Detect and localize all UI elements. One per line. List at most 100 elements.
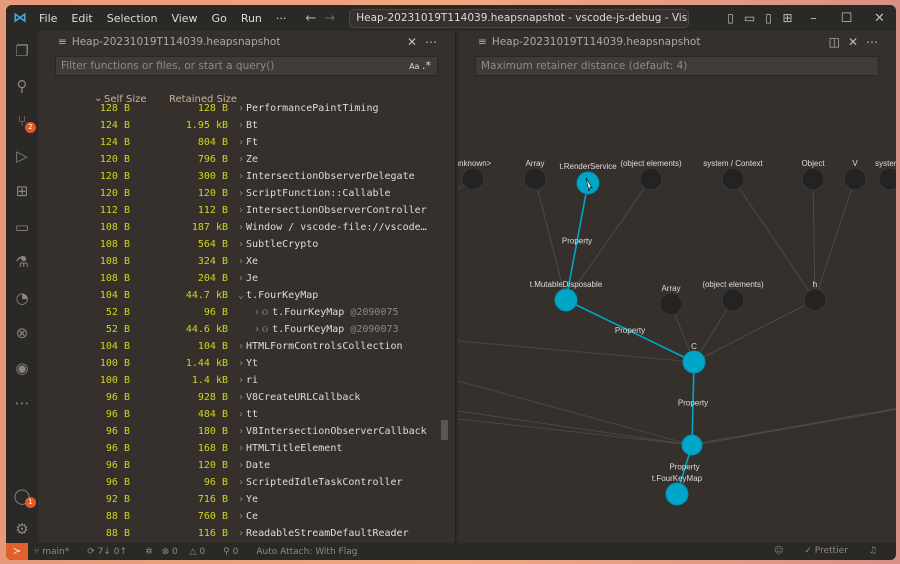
match-case-toggle[interactable]: Aa [409,62,419,71]
auto-attach[interactable]: Auto Attach: With Flag [256,547,357,557]
table-row[interactable]: 88 B 116 B › ReadableStreamDefaultReader [38,525,438,542]
close-window-button[interactable]: ✕ [863,11,896,26]
nav-back-forward[interactable]: ←→ [305,11,343,26]
expand-chevron-icon[interactable]: › [254,307,260,318]
graph-node[interactable] [461,167,485,191]
expand-chevron-icon[interactable]: › [238,188,244,199]
table-row[interactable]: 96 B 928 B › V8CreateURLCallback [38,389,438,406]
expand-chevron-icon[interactable]: › [238,154,244,165]
accounts-icon[interactable]: ◯ 1 [12,486,36,508]
table-row[interactable]: 108 B 324 B › Xe [38,253,438,270]
graph-node[interactable] [843,167,867,191]
graph-node[interactable] [801,167,825,191]
graph-node[interactable] [665,482,689,506]
graph-node[interactable] [523,167,547,191]
editor-tab[interactable]: ≡ Heap-20231019T114039.heapsnapshot ✕⋯ [38,31,455,53]
more-actions-icon[interactable]: ⋯ [425,35,445,49]
explorer-icon[interactable]: ❐ [12,41,32,61]
graph-node[interactable] [639,167,663,191]
expand-chevron-icon[interactable]: › [238,392,244,403]
table-row[interactable]: 96 B 168 B › HTMLTitleElement [38,440,438,457]
remote-explorer-icon[interactable]: ▭ [12,217,32,237]
more-icon[interactable]: ⋯ [12,393,32,413]
table-row[interactable]: 96 B 484 B › tt [38,406,438,423]
graph-node[interactable] [721,288,745,312]
expand-chevron-icon[interactable]: › [238,222,244,233]
table-row[interactable]: 120 B 796 B › Ze [38,151,438,168]
expand-chevron-icon[interactable]: › [238,494,244,505]
expand-chevron-icon[interactable]: › [238,426,244,437]
table-row[interactable]: 100 B 1.44 kB › Yt [38,355,438,372]
table-row[interactable]: 124 B 804 B › Ft [38,134,438,151]
table-row[interactable]: 120 B 120 B › ScriptFunction::Callable [38,185,438,202]
debug-icon[interactable]: ⊗ [12,323,32,343]
table-row[interactable]: 124 B 1.95 kB › Bt [38,117,438,134]
github-icon[interactable]: ◉ [12,358,32,378]
editor-tab[interactable]: ≡ Heap-20231019T114039.heapsnapshot ◫✕⋯ [458,31,896,53]
expand-chevron-icon[interactable]: › [238,137,244,148]
menu-file[interactable]: File [32,12,64,25]
table-row[interactable]: 92 B 716 B › Ye [38,491,438,508]
run-debug-icon[interactable]: ▷ [12,146,32,166]
expand-chevron-icon[interactable]: › [238,341,244,352]
toggle-secondary-sidebar-icon[interactable]: ▯ [759,11,778,25]
expand-chevron-icon[interactable]: › [238,239,244,250]
table-row[interactable]: 108 B 187 kB › Window / vscode-file://vscod… [38,219,438,236]
expand-chevron-icon[interactable]: › [238,273,244,284]
table-row[interactable]: 104 B 44.7 kB ⌄ t.FourKeyMap [38,287,438,304]
toggle-primary-sidebar-icon[interactable]: ▯ [721,11,740,25]
graph-node[interactable] [803,288,827,312]
testing-icon[interactable]: ⚗ [12,252,32,272]
table-row[interactable]: 112 B 112 B › IntersectionObserverControlle… [38,202,438,219]
expand-chevron-icon[interactable]: › [238,205,244,216]
graph-node[interactable] [721,167,745,191]
expand-chevron-icon[interactable]: › [238,477,244,488]
menu-more[interactable]: ··· [269,12,294,25]
remote-indicator-icon[interactable]: ≻ [6,543,28,560]
branch-indicator[interactable]: ⑂ main* [34,547,78,557]
expand-chevron-icon[interactable]: › [238,120,244,131]
table-row[interactable]: 108 B 204 B › Je [38,270,438,287]
filter-input[interactable]: Filter functions or files, or start a qu… [55,56,438,76]
extensions-icon[interactable]: ⊞ [12,181,32,201]
forward-arrow-icon[interactable]: → [324,11,343,26]
scrollbar-thumb[interactable] [441,420,448,440]
debug-icon[interactable]: ✲ [145,547,153,557]
table-row[interactable]: 96 B 180 B › V8IntersectionObserverCallback [38,423,438,440]
expand-chevron-icon[interactable]: › [238,443,244,454]
prettier-status[interactable]: ✓ Prettier [804,546,848,556]
back-arrow-icon[interactable]: ← [305,11,324,26]
notifications-bell-icon[interactable]: ♫ [869,546,877,556]
search-icon[interactable]: ⚲ [12,76,32,96]
table-row[interactable]: 52 B 44.6 kB › ⚇ t.FourKeyMap @2090073 [38,321,438,338]
timeline-icon[interactable]: ◔ [12,288,32,308]
table-row[interactable]: 120 B 300 B › IntersectionObserverDelegate [38,168,438,185]
menu-go[interactable]: Go [205,12,234,25]
expand-chevron-icon[interactable]: › [238,409,244,420]
graph-node[interactable] [554,288,578,312]
table-row[interactable]: 104 B 104 B › HTMLFormControlsCollection [38,338,438,355]
table-row[interactable]: 52 B 96 B › ⚇ t.FourKeyMap @2090075 [38,304,438,321]
command-center[interactable]: Heap-20231019T114039.heapsnapshot - vsco… [349,8,690,28]
table-row[interactable]: 128 B 128 B › PerformancePaintTiming [38,100,438,117]
customize-layout-icon[interactable]: ⊞ [778,11,797,25]
expand-chevron-icon[interactable]: › [238,256,244,267]
source-control-icon[interactable]: ⑂ 2 [12,111,36,133]
expand-chevron-icon[interactable]: › [254,324,260,335]
menu-run[interactable]: Run [234,12,269,25]
split-editor-icon[interactable]: ◫ [829,35,848,49]
menu-edit[interactable]: Edit [64,12,99,25]
menu-view[interactable]: View [164,12,204,25]
table-row[interactable]: 108 B 564 B › SubtleCrypto [38,236,438,253]
expand-chevron-icon[interactable]: › [238,103,244,114]
maximize-button[interactable]: ☐ [830,11,863,26]
settings-gear-icon[interactable]: ⚙ [12,519,32,539]
graph-node[interactable] [681,434,703,456]
copilot-icon[interactable]: ☺ [774,546,783,556]
table-row[interactable]: 96 B 120 B › Date [38,457,438,474]
retainer-graph[interactable]: Property Property Property Property unknown>… [458,81,896,551]
close-editor-icon[interactable]: ✕ [848,35,866,49]
ports-indicator[interactable]: ⚲ 0 [223,547,247,557]
table-row[interactable]: 88 B 760 B › Ce [38,508,438,525]
expand-chevron-icon[interactable]: › [238,511,244,522]
